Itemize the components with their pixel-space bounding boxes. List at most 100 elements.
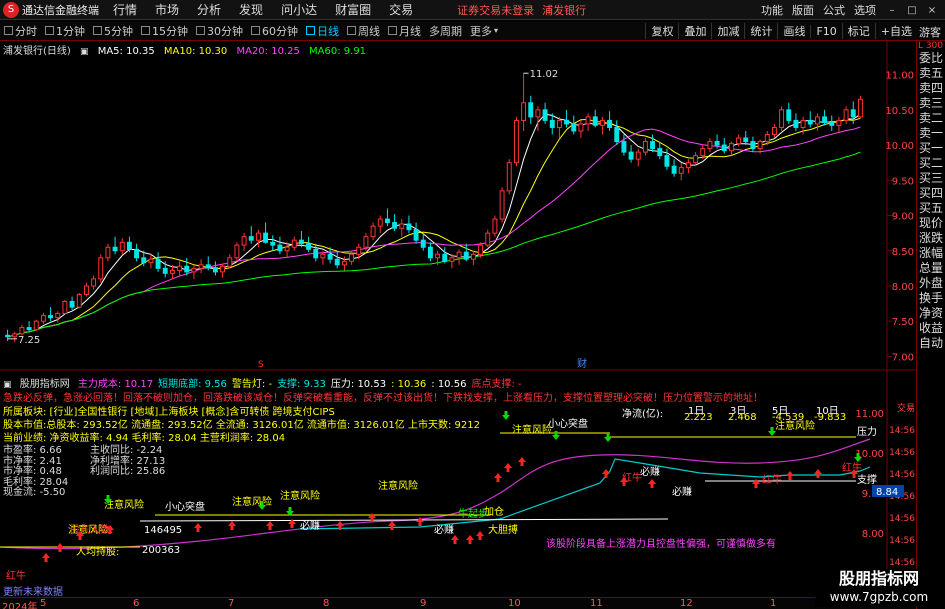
- panel-item[interactable]: 外盘: [917, 276, 945, 291]
- buy-arrow-icon: [518, 457, 526, 466]
- buy-arrow-icon: [266, 521, 274, 530]
- menu-formula[interactable]: 公式: [823, 2, 845, 18]
- menu-item-trade[interactable]: 交易: [389, 1, 413, 18]
- menu-item-analysis[interactable]: 分析: [197, 1, 221, 18]
- candle-body: [55, 312, 61, 319]
- y-tick-label: 9.50: [892, 176, 914, 187]
- maximize-icon[interactable]: □: [905, 3, 919, 17]
- period-tab-15min[interactable]: 15分钟: [141, 23, 188, 39]
- panel-item[interactable]: 买二: [917, 156, 945, 171]
- candle-body: [370, 225, 376, 238]
- panel-item[interactable]: 买一: [917, 141, 945, 156]
- candle-body: [707, 141, 713, 150]
- buy-arrow-icon: [476, 531, 484, 540]
- period-tab-5min[interactable]: 5分钟: [93, 23, 133, 39]
- panel-item[interactable]: 现价: [917, 216, 945, 231]
- overlay-button[interactable]: 叠加: [678, 23, 711, 39]
- ind-right-tick: 14:56: [889, 536, 915, 546]
- bullish-label: 大胆搏: [488, 523, 518, 536]
- candle-body: [413, 229, 419, 241]
- candle-body: [736, 137, 742, 145]
- buy-arrow-icon: [504, 463, 512, 472]
- panel-item[interactable]: 买五: [917, 201, 945, 216]
- period-tab-multi[interactable]: 多周期: [429, 23, 462, 39]
- candle-body: [829, 122, 835, 126]
- login-status[interactable]: 证券交易未登录: [457, 2, 534, 18]
- panel-item[interactable]: 委比: [917, 51, 945, 66]
- candle-body: [492, 218, 498, 234]
- data-hint[interactable]: 更新未来数据: [3, 583, 63, 598]
- menu-item-wealth[interactable]: 财富圈: [335, 1, 371, 18]
- candlestick-chart[interactable]: 11.00 10.50 10.00 9.50 9.00 8.50 8.00 7.50 7.00 1…: [0, 41, 916, 371]
- checkbox-icon: [306, 26, 315, 35]
- candle-body: [535, 109, 541, 118]
- panel-item[interactable]: 总量: [917, 261, 945, 276]
- buy-arrow-icon: [602, 469, 610, 478]
- buy-arrow-icon: [752, 479, 760, 488]
- guest-label[interactable]: 游客: [919, 24, 941, 40]
- menu-item-market[interactable]: 市场: [155, 1, 179, 18]
- checkbox-icon: [196, 26, 205, 35]
- panel-item[interactable]: 买三: [917, 171, 945, 186]
- candle-body: [657, 148, 663, 157]
- close-icon[interactable]: ×: [925, 3, 939, 17]
- candle-body: [48, 315, 54, 319]
- menu-item-discover[interactable]: 发现: [239, 1, 263, 18]
- menu-layout[interactable]: 版面: [792, 2, 814, 18]
- candle-body: [205, 264, 211, 269]
- y-tick-label: 7.50: [892, 317, 914, 328]
- panel-item[interactable]: 收益: [917, 321, 945, 336]
- panel-item[interactable]: 卖三: [917, 96, 945, 111]
- period-tab-daily[interactable]: 日线: [306, 23, 339, 39]
- add-watchlist-button[interactable]: +自选: [874, 23, 917, 39]
- menu-item-quotes[interactable]: 行情: [113, 1, 137, 18]
- period-tab-60min[interactable]: 60分钟: [251, 23, 298, 39]
- candle-body: [779, 109, 785, 128]
- restore-rights-button[interactable]: 复权: [645, 23, 678, 39]
- panel-item[interactable]: 买四: [917, 186, 945, 201]
- indicator-chart[interactable]: 11.0010.009.008.00交易14:5614:5614:5614:56…: [0, 371, 916, 597]
- draw-line-button[interactable]: 画线: [777, 23, 810, 39]
- period-tab-monthly[interactable]: 月线: [388, 23, 421, 39]
- candle-body: [556, 119, 562, 128]
- menu-function[interactable]: 功能: [761, 2, 783, 18]
- period-tab-30min[interactable]: 30分钟: [196, 23, 243, 39]
- buy-arrow-icon: [648, 479, 656, 488]
- candle-body: [234, 244, 240, 259]
- panel-item[interactable]: 卖一: [917, 126, 945, 141]
- candle-body: [786, 109, 792, 121]
- candle-body: [442, 253, 448, 262]
- ma60-line: [7, 151, 861, 338]
- period-tab-more[interactable]: 更多 ▾: [470, 23, 498, 39]
- panel-item[interactable]: 换手: [917, 291, 945, 306]
- candle-body: [650, 141, 656, 150]
- panel-item[interactable]: 涨幅: [917, 246, 945, 261]
- candle-body: [191, 267, 197, 273]
- candle-body: [284, 246, 290, 252]
- panel-item[interactable]: 卖五: [917, 66, 945, 81]
- period-tab-weekly[interactable]: 周线: [347, 23, 380, 39]
- statistics-button[interactable]: 统计: [744, 23, 777, 39]
- buy-arrow-icon: [368, 513, 376, 522]
- date-axis-label: 5: [40, 598, 47, 609]
- menu-options[interactable]: 选项: [854, 2, 876, 18]
- period-tab-intraday[interactable]: 分时: [4, 23, 37, 39]
- panel-item[interactable]: 卖四: [917, 81, 945, 96]
- mark-button[interactable]: 标记: [841, 23, 875, 39]
- candle-body: [449, 257, 455, 262]
- panel-item[interactable]: 净资: [917, 306, 945, 321]
- panel-item[interactable]: 卖二: [917, 111, 945, 126]
- candle-body: [26, 327, 32, 331]
- candle-body: [628, 151, 634, 160]
- panel-item[interactable]: 自动: [917, 336, 945, 351]
- ma20-line: [7, 126, 861, 338]
- period-tab-1min[interactable]: 1分钟: [45, 23, 85, 39]
- y-tick-label: 10.50: [885, 106, 914, 117]
- candle-body: [843, 109, 849, 121]
- panel-item[interactable]: 涨跌: [917, 231, 945, 246]
- f10-button[interactable]: F10: [810, 24, 841, 38]
- minimize-icon[interactable]: –: [885, 3, 899, 17]
- menu-item-ask[interactable]: 问小达: [281, 1, 317, 18]
- add-subtract-button[interactable]: 加减: [711, 23, 744, 39]
- sell-arrow-icon: [604, 433, 612, 442]
